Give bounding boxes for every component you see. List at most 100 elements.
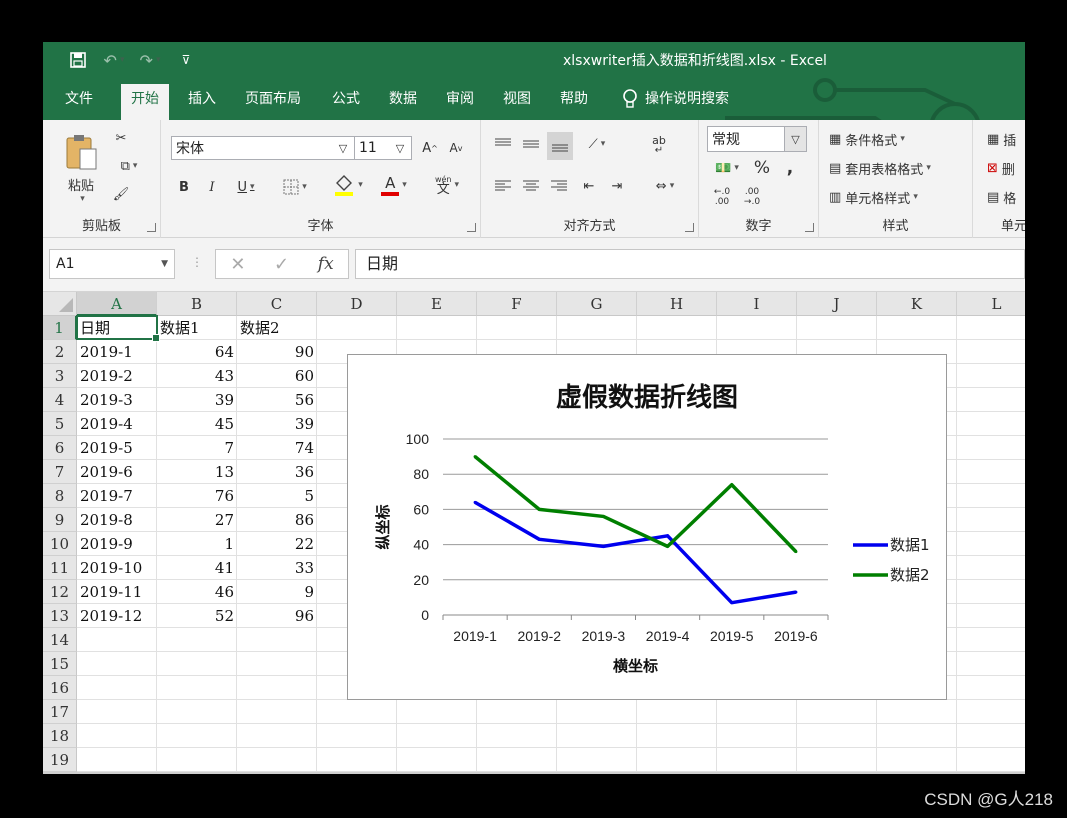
cell-a6[interactable]: 2019-5: [77, 436, 157, 460]
row-header-8[interactable]: 8: [43, 484, 77, 508]
paste-button[interactable]: 粘贴 ▾: [61, 128, 101, 208]
cell-b9[interactable]: 27: [157, 508, 237, 532]
cell-c11[interactable]: 33: [237, 556, 317, 580]
cell-c4[interactable]: 56: [237, 388, 317, 412]
cell-a13[interactable]: 2019-12: [77, 604, 157, 628]
insert-function-icon[interactable]: fx: [318, 254, 334, 274]
font-color-button[interactable]: A ▾: [375, 170, 413, 200]
cell-a2[interactable]: 2019-1: [77, 340, 157, 364]
cell-c13[interactable]: 96: [237, 604, 317, 628]
cell-b4[interactable]: 39: [157, 388, 237, 412]
name-box[interactable]: A1 ▼: [49, 249, 175, 279]
cell-c6[interactable]: 74: [237, 436, 317, 460]
cell-c8[interactable]: 5: [237, 484, 317, 508]
cell-a5[interactable]: 2019-4: [77, 412, 157, 436]
cell-a12[interactable]: 2019-11: [77, 580, 157, 604]
redo-icon[interactable]: ↷ ▾: [137, 48, 163, 72]
cell-b1[interactable]: 数据1: [157, 316, 237, 340]
column-header-d[interactable]: D: [317, 292, 397, 316]
tab-file[interactable]: 文件: [55, 84, 103, 120]
insert-cells-button[interactable]: ▦ 插: [987, 128, 1016, 150]
cell-a11[interactable]: 2019-10: [77, 556, 157, 580]
row-header-6[interactable]: 6: [43, 436, 77, 460]
column-header-j[interactable]: J: [797, 292, 877, 316]
cell-b13[interactable]: 52: [157, 604, 237, 628]
column-header-a[interactable]: A: [77, 292, 157, 316]
cell-c10[interactable]: 22: [237, 532, 317, 556]
align-middle-icon[interactable]: [519, 132, 543, 156]
cell-a9[interactable]: 2019-8: [77, 508, 157, 532]
increase-decimal-button[interactable]: ←.0.00: [709, 184, 735, 210]
customize-qat-icon[interactable]: ⊽: [173, 48, 199, 72]
row-header-5[interactable]: 5: [43, 412, 77, 436]
tab-insert[interactable]: 插入: [178, 84, 226, 120]
cell-c1[interactable]: 数据2: [237, 316, 317, 340]
active-cell-selection[interactable]: [76, 315, 160, 342]
alignment-launcher-icon[interactable]: [685, 223, 694, 232]
formula-bar-grip-icon[interactable]: ⋮: [191, 255, 203, 269]
cell-b10[interactable]: 1: [157, 532, 237, 556]
cell-b12[interactable]: 46: [157, 580, 237, 604]
cell-b11[interactable]: 41: [157, 556, 237, 580]
borders-button[interactable]: ▾: [275, 174, 315, 200]
row-header-7[interactable]: 7: [43, 460, 77, 484]
cell-b2[interactable]: 64: [157, 340, 237, 364]
font-launcher-icon[interactable]: [467, 223, 476, 232]
tab-help[interactable]: 帮助: [550, 84, 598, 120]
cell-c5[interactable]: 39: [237, 412, 317, 436]
select-all-button[interactable]: [43, 292, 77, 316]
row-header-10[interactable]: 10: [43, 532, 77, 556]
column-header-f[interactable]: F: [477, 292, 557, 316]
cell-b5[interactable]: 45: [157, 412, 237, 436]
fill-color-button[interactable]: ▾: [329, 170, 367, 200]
tab-review[interactable]: 审阅: [436, 84, 484, 120]
cell-b6[interactable]: 7: [157, 436, 237, 460]
cell-c12[interactable]: 9: [237, 580, 317, 604]
column-header-c[interactable]: C: [237, 292, 317, 316]
grow-font-button[interactable]: A ^: [419, 136, 441, 160]
italic-button[interactable]: I: [201, 174, 223, 200]
align-top-icon[interactable]: [491, 132, 515, 156]
phonetic-button[interactable]: wén 文 ▾: [427, 170, 467, 200]
row-header-4[interactable]: 4: [43, 388, 77, 412]
wrap-text-button[interactable]: ab ↵: [647, 132, 671, 160]
column-header-g[interactable]: G: [557, 292, 637, 316]
cell-styles-button[interactable]: ▥ 单元格样式 ▾: [829, 186, 918, 208]
row-header-2[interactable]: 2: [43, 340, 77, 364]
tab-data[interactable]: 数据: [379, 84, 427, 120]
row-header-12[interactable]: 12: [43, 580, 77, 604]
tab-formulas[interactable]: 公式: [322, 84, 370, 120]
row-header-15[interactable]: 15: [43, 652, 77, 676]
align-center-icon[interactable]: [519, 174, 543, 198]
row-header-1[interactable]: 1: [43, 316, 77, 340]
row-header-14[interactable]: 14: [43, 628, 77, 652]
align-bottom-icon[interactable]: [547, 132, 573, 160]
cell-c7[interactable]: 36: [237, 460, 317, 484]
cut-icon[interactable]: ✂: [109, 126, 133, 150]
percent-button[interactable]: %: [751, 156, 773, 180]
row-header-17[interactable]: 17: [43, 700, 77, 724]
cell-c9[interactable]: 86: [237, 508, 317, 532]
accounting-format-icon[interactable]: 💵 ▾: [709, 156, 745, 180]
row-header-11[interactable]: 11: [43, 556, 77, 580]
row-header-19[interactable]: 19: [43, 748, 77, 772]
formula-input[interactable]: 日期: [355, 249, 1025, 279]
cell-b7[interactable]: 13: [157, 460, 237, 484]
column-header-h[interactable]: H: [637, 292, 717, 316]
tab-page-layout[interactable]: 页面布局: [235, 84, 311, 120]
orientation-icon[interactable]: ⟋ ▾: [579, 132, 615, 156]
comma-button[interactable]: ,: [779, 156, 801, 180]
format-painter-icon[interactable]: 🖌: [109, 182, 133, 206]
format-cells-button[interactable]: ▤ 格: [987, 186, 1016, 208]
number-format-select[interactable]: 常规 ▽: [707, 126, 807, 152]
number-launcher-icon[interactable]: [805, 223, 814, 232]
cell-a7[interactable]: 2019-6: [77, 460, 157, 484]
column-header-e[interactable]: E: [397, 292, 477, 316]
cell-a8[interactable]: 2019-7: [77, 484, 157, 508]
cell-a10[interactable]: 2019-9: [77, 532, 157, 556]
row-header-9[interactable]: 9: [43, 508, 77, 532]
decrease-indent-icon[interactable]: ⇤: [577, 174, 601, 198]
cell-c2[interactable]: 90: [237, 340, 317, 364]
row-header-16[interactable]: 16: [43, 676, 77, 700]
row-header-13[interactable]: 13: [43, 604, 77, 628]
